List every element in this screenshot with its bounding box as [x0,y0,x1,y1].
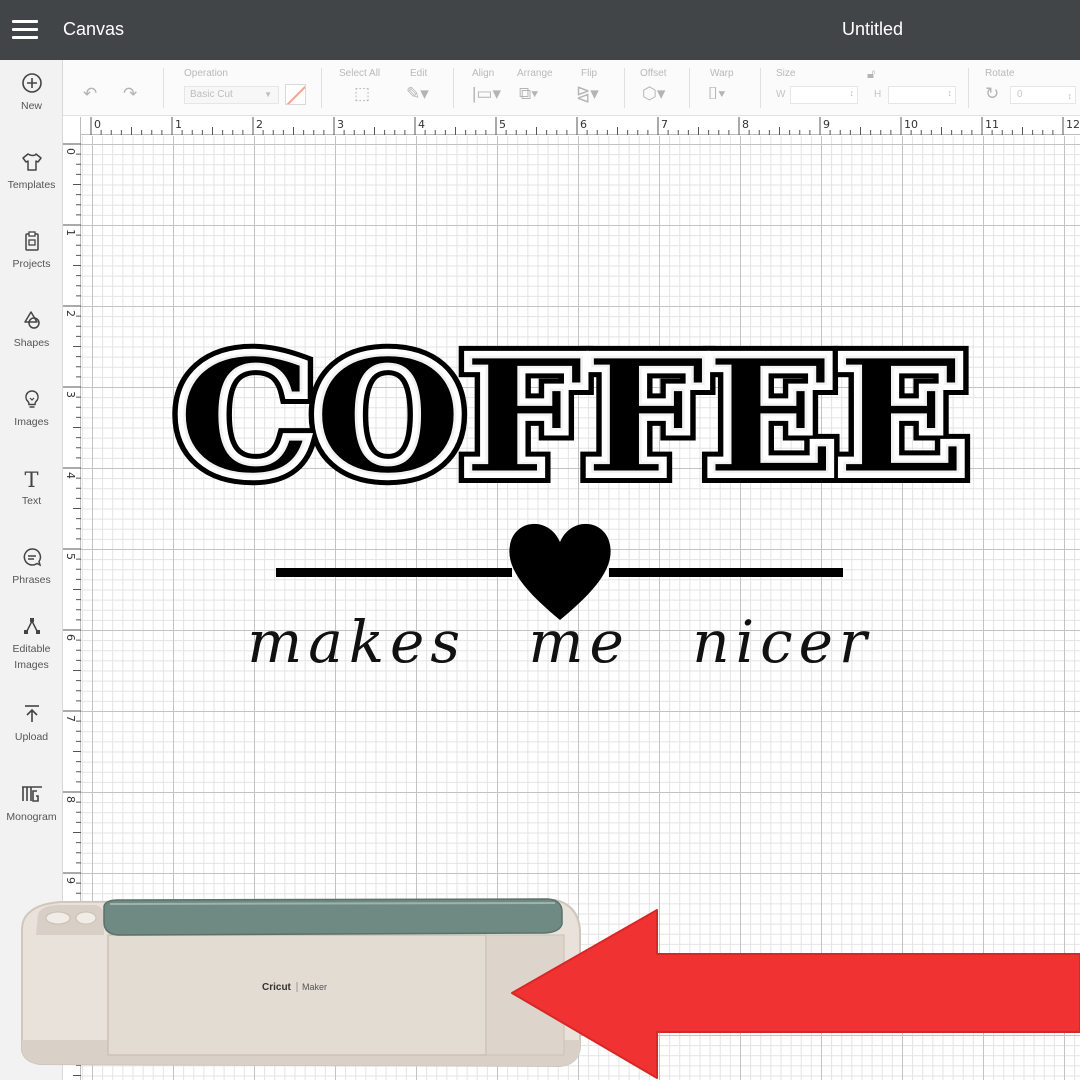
red-arrow-icon [511,909,1080,1079]
